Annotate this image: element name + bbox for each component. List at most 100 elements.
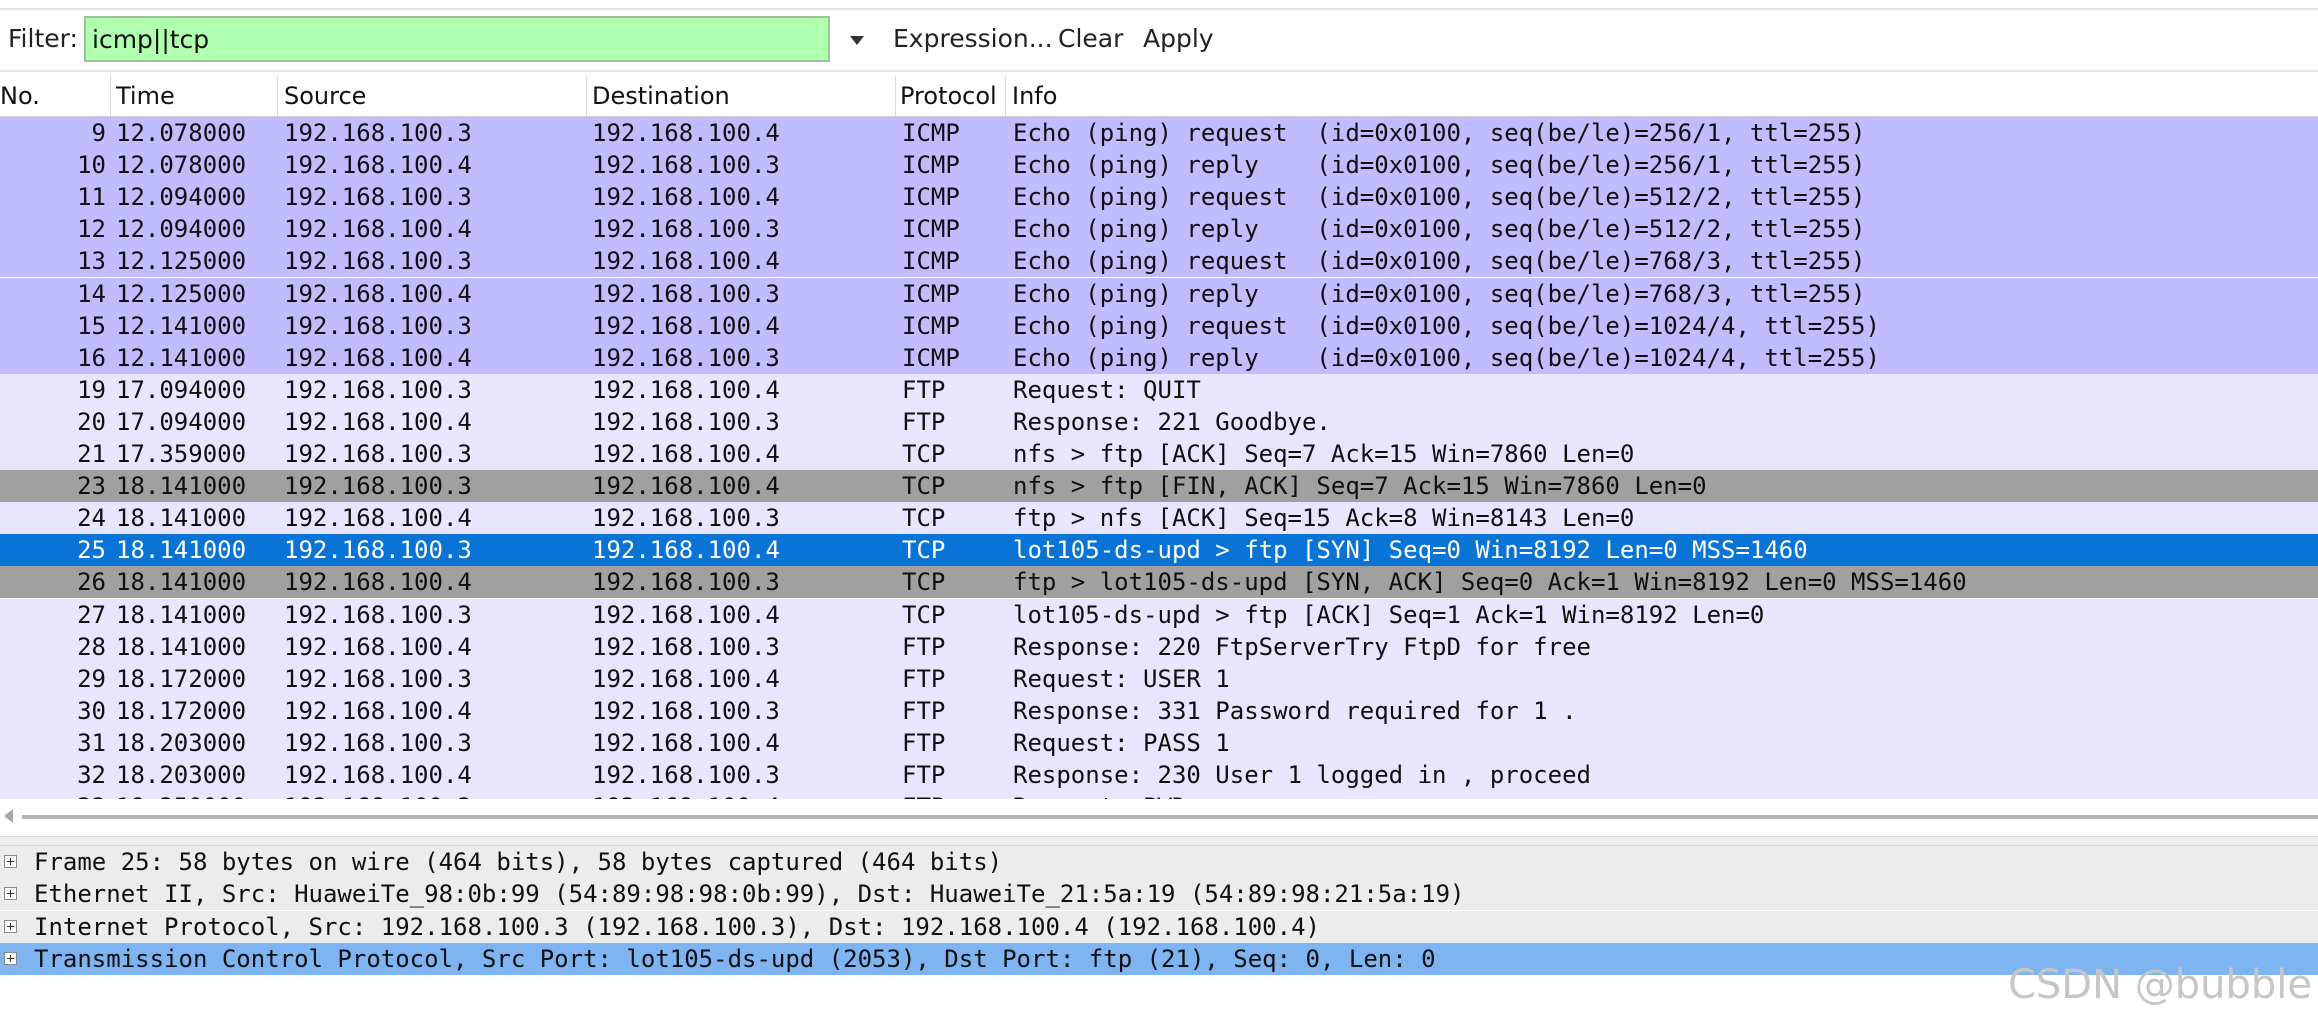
column-header-info[interactable]: Info bbox=[1012, 82, 1057, 110]
detail-tree-item[interactable]: Transmission Control Protocol, Src Port:… bbox=[0, 943, 2318, 975]
watermark: CSDN @bubble bbox=[2007, 962, 2312, 1008]
packet-source-cell: 192.168.100.3 bbox=[284, 791, 472, 799]
packet-destination-cell: 192.168.100.3 bbox=[592, 697, 780, 725]
packet-source-cell: 192.168.100.4 bbox=[284, 504, 472, 532]
packet-source-cell: 192.168.100.3 bbox=[284, 601, 472, 629]
packet-destination-cell: 192.168.100.3 bbox=[592, 280, 780, 308]
clear-button[interactable]: Clear bbox=[1058, 24, 1123, 53]
packet-info-cell: Request: PWD bbox=[1013, 791, 1186, 799]
detail-tree-item[interactable]: Frame 25: 58 bytes on wire (464 bits), 5… bbox=[0, 846, 2318, 878]
packet-row[interactable]: 10 12.078000 192.168.100.4 192.168.100.3 ICM… bbox=[0, 149, 2318, 181]
packet-info-cell: Request: PASS 1 bbox=[1013, 729, 1230, 757]
packet-row[interactable]: 32 18.203000 192.168.100.4 192.168.100.3 FTP… bbox=[0, 759, 2318, 791]
packet-number-cell: 27 bbox=[77, 601, 106, 629]
detail-tree-item[interactable]: Internet Protocol, Src: 192.168.100.3 (1… bbox=[0, 911, 2318, 943]
packet-row[interactable]: 19 17.094000 192.168.100.3 192.168.100.4 FTP… bbox=[0, 374, 2318, 406]
scroll-left-arrow-icon[interactable] bbox=[4, 809, 13, 823]
packet-row[interactable]: 25 18.141000 192.168.100.3 192.168.100.4 TCP… bbox=[0, 534, 2318, 566]
packet-source-cell: 192.168.100.4 bbox=[284, 215, 472, 243]
expand-plus-icon[interactable] bbox=[4, 952, 17, 965]
detail-tree-label: Frame 25: 58 bytes on wire (464 bits), 5… bbox=[34, 848, 1003, 876]
display-filter-input[interactable] bbox=[84, 16, 830, 62]
packet-row[interactable]: 13 12.125000 192.168.100.3 192.168.100.4 ICM… bbox=[0, 245, 2318, 277]
packet-list-header: No. Time Source Destination Protocol Inf… bbox=[0, 76, 2318, 117]
packet-row[interactable]: 27 18.141000 192.168.100.3 192.168.100.4 TCP… bbox=[0, 599, 2318, 631]
packet-source-cell: 192.168.100.4 bbox=[284, 568, 472, 596]
packet-destination-cell: 192.168.100.4 bbox=[592, 312, 780, 340]
packet-protocol-cell: ICMP bbox=[902, 312, 960, 340]
column-divider[interactable] bbox=[586, 76, 587, 116]
pane-splitter[interactable] bbox=[0, 836, 2318, 846]
expand-plus-icon[interactable] bbox=[4, 855, 17, 868]
filter-history-dropdown-icon[interactable] bbox=[834, 16, 878, 62]
packet-number-cell: 32 bbox=[77, 761, 106, 789]
packet-row[interactable]: 28 18.141000 192.168.100.4 192.168.100.3 FTP… bbox=[0, 631, 2318, 663]
packet-row[interactable]: 16 12.141000 192.168.100.4 192.168.100.3 ICM… bbox=[0, 342, 2318, 374]
scrollbar-thumb[interactable] bbox=[22, 815, 2318, 819]
packet-list[interactable]: 9 12.078000 192.168.100.3 192.168.100.4 ICMP… bbox=[0, 117, 2318, 799]
packet-row[interactable]: 12 12.094000 192.168.100.4 192.168.100.3 ICM… bbox=[0, 213, 2318, 245]
expression-button[interactable]: Expression... bbox=[893, 24, 1053, 53]
packet-protocol-cell: TCP bbox=[902, 440, 946, 468]
column-divider[interactable] bbox=[110, 76, 111, 116]
apply-button[interactable]: Apply bbox=[1143, 24, 1214, 53]
packet-destination-cell: 192.168.100.4 bbox=[592, 183, 780, 211]
packet-source-cell: 192.168.100.4 bbox=[284, 344, 472, 372]
packet-number-cell: 29 bbox=[77, 665, 106, 693]
packet-destination-cell: 192.168.100.4 bbox=[592, 440, 780, 468]
column-header-no[interactable]: No. bbox=[0, 82, 40, 110]
packet-row[interactable]: 24 18.141000 192.168.100.4 192.168.100.3 TCP… bbox=[0, 502, 2318, 534]
column-divider[interactable] bbox=[277, 76, 278, 116]
packet-list-horizontal-scrollbar[interactable] bbox=[0, 804, 2318, 830]
packet-row[interactable]: 15 12.141000 192.168.100.3 192.168.100.4 ICM… bbox=[0, 310, 2318, 342]
detail-tree-item[interactable]: Ethernet II, Src: HuaweiTe_98:0b:99 (54:… bbox=[0, 878, 2318, 910]
packet-row[interactable]: 20 17.094000 192.168.100.4 192.168.100.3 FTP… bbox=[0, 406, 2318, 438]
packet-number-cell: 10 bbox=[77, 151, 106, 179]
packet-protocol-cell: ICMP bbox=[902, 183, 960, 211]
packet-source-cell: 192.168.100.3 bbox=[284, 665, 472, 693]
packet-time-cell: 12.141000 bbox=[116, 312, 247, 340]
packet-protocol-cell: ICMP bbox=[902, 344, 960, 372]
packet-source-cell: 192.168.100.3 bbox=[284, 183, 472, 211]
detail-tree-label: Internet Protocol, Src: 192.168.100.3 (1… bbox=[34, 913, 1320, 941]
packet-time-cell: 18.141000 bbox=[116, 536, 247, 564]
packet-time-cell: 18.172000 bbox=[116, 665, 247, 693]
packet-details-tree[interactable]: Frame 25: 58 bytes on wire (464 bits), 5… bbox=[0, 846, 2318, 1014]
packet-number-cell: 26 bbox=[77, 568, 106, 596]
packet-protocol-cell: TCP bbox=[902, 536, 946, 564]
packet-row[interactable]: 9 12.078000 192.168.100.3 192.168.100.4 ICMP… bbox=[0, 117, 2318, 149]
packet-row[interactable]: 21 17.359000 192.168.100.3 192.168.100.4 TCP… bbox=[0, 438, 2318, 470]
column-header-destination[interactable]: Destination bbox=[592, 82, 730, 110]
column-divider[interactable] bbox=[1005, 76, 1006, 116]
packet-row[interactable]: 33 18.250000 192.168.100.3 192.168.100.4 FTP… bbox=[0, 791, 2318, 799]
column-header-source[interactable]: Source bbox=[284, 82, 366, 110]
packet-source-cell: 192.168.100.4 bbox=[284, 280, 472, 308]
packet-source-cell: 192.168.100.4 bbox=[284, 761, 472, 789]
packet-row[interactable]: 26 18.141000 192.168.100.4 192.168.100.3 TCP… bbox=[0, 566, 2318, 598]
packet-row[interactable]: 31 18.203000 192.168.100.3 192.168.100.4 FTP… bbox=[0, 727, 2318, 759]
packet-row[interactable]: 14 12.125000 192.168.100.4 192.168.100.3 ICM… bbox=[0, 278, 2318, 310]
packet-number-cell: 33 bbox=[0, 791, 106, 799]
packet-time-cell: 12.094000 bbox=[116, 215, 247, 243]
column-header-time[interactable]: Time bbox=[116, 82, 175, 110]
packet-time-cell: 17.094000 bbox=[116, 408, 247, 436]
packet-row[interactable]: 23 18.141000 192.168.100.3 192.168.100.4 TCP… bbox=[0, 470, 2318, 502]
packet-info-cell: Request: QUIT bbox=[1013, 376, 1201, 404]
expand-plus-icon[interactable] bbox=[4, 887, 17, 900]
packet-info-cell: Echo (ping) request (id=0x0100, seq(be/l… bbox=[1013, 312, 1880, 340]
packet-time-cell: 12.094000 bbox=[116, 183, 247, 211]
packet-time-cell: 18.172000 bbox=[116, 697, 247, 725]
column-header-protocol[interactable]: Protocol bbox=[900, 82, 997, 110]
packet-time-cell: 18.141000 bbox=[116, 568, 247, 596]
expand-plus-icon[interactable] bbox=[4, 920, 17, 933]
packet-time-cell: 18.203000 bbox=[116, 729, 247, 757]
packet-destination-cell: 192.168.100.3 bbox=[592, 408, 780, 436]
packet-time-cell: 17.094000 bbox=[116, 376, 247, 404]
packet-protocol-cell: TCP bbox=[902, 504, 946, 532]
packet-row[interactable]: 29 18.172000 192.168.100.3 192.168.100.4 FTP… bbox=[0, 663, 2318, 695]
packet-info-cell: Echo (ping) reply (id=0x0100, seq(be/le)… bbox=[1013, 280, 1866, 308]
packet-row[interactable]: 30 18.172000 192.168.100.4 192.168.100.3 FTP… bbox=[0, 695, 2318, 727]
packet-row[interactable]: 11 12.094000 192.168.100.3 192.168.100.4 ICM… bbox=[0, 181, 2318, 213]
column-divider[interactable] bbox=[895, 76, 896, 116]
packet-source-cell: 192.168.100.4 bbox=[284, 697, 472, 725]
